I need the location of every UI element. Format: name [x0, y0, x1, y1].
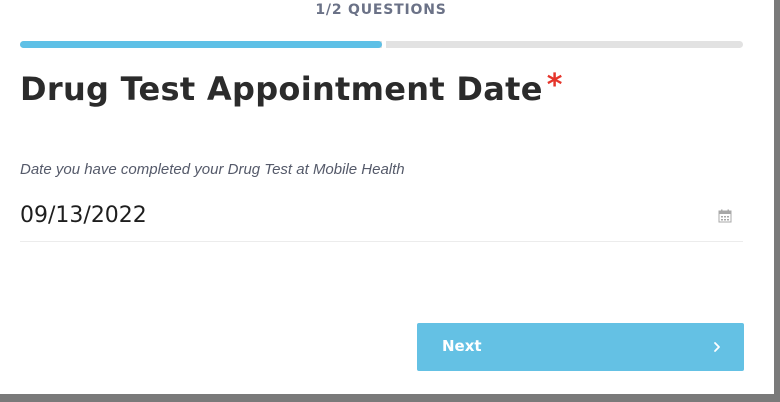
- progress-bar-divider: [382, 41, 386, 48]
- next-button-label: Next: [442, 337, 482, 355]
- progress-label: 1/2 QUESTIONS: [315, 2, 447, 18]
- date-value[interactable]: 09/13/2022: [20, 203, 147, 228]
- calendar-icon[interactable]: [718, 209, 732, 223]
- question-title: Drug Test Appointment Date: [20, 70, 543, 108]
- progress-bar-fill: [20, 41, 382, 48]
- chevron-right-icon: [714, 342, 720, 352]
- required-marker: *: [546, 68, 563, 103]
- question-heading: Drug Test Appointment Date *: [20, 68, 563, 108]
- question-description: Date you have completed your Drug Test a…: [20, 161, 405, 178]
- question-card: 1/2 QUESTIONS Drug Test Appointment Date…: [0, 0, 774, 394]
- progress-bar: [20, 41, 743, 48]
- next-button[interactable]: Next: [417, 323, 744, 371]
- date-input[interactable]: 09/13/2022: [20, 198, 743, 242]
